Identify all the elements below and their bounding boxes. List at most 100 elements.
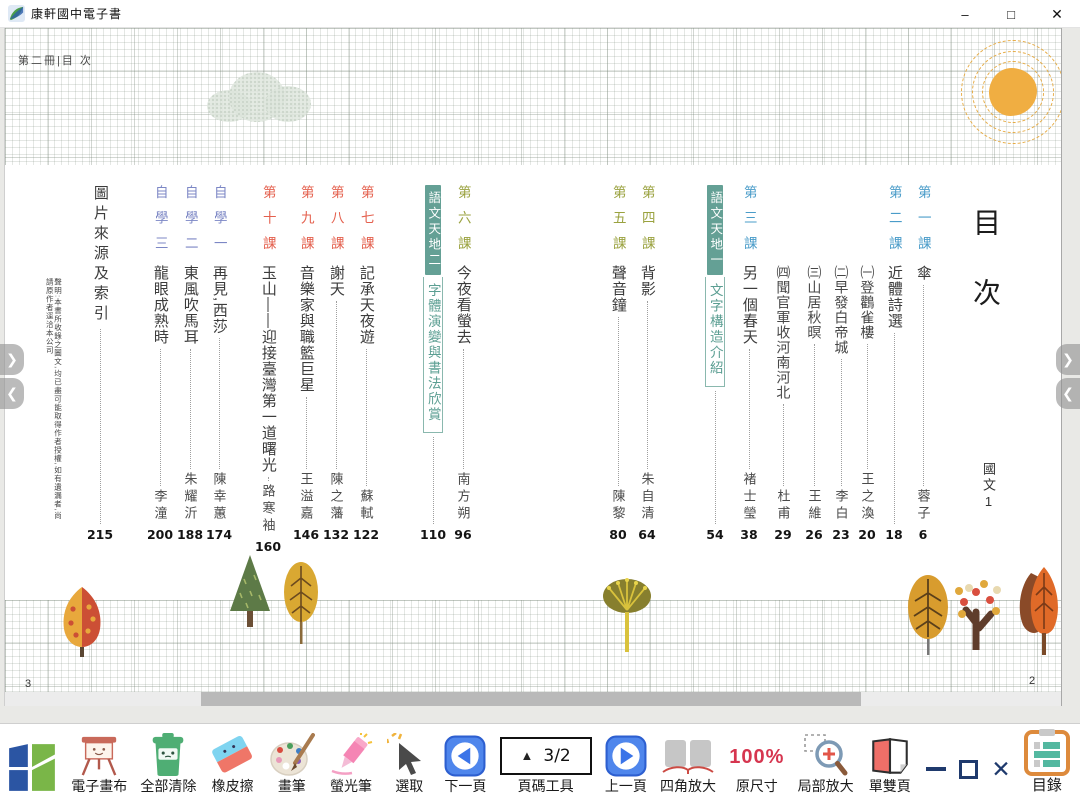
sun-illustration: [961, 40, 1062, 144]
chevron-left-icon[interactable]: ❮: [1056, 378, 1080, 409]
original-size-tool[interactable]: 100% 原尺寸: [729, 739, 784, 794]
toc-entry-lesson-3[interactable]: 第三課 另一個春天 褚士瑩 38: [736, 185, 762, 543]
canvas-tool[interactable]: 電子畫布: [71, 735, 127, 794]
breadcrumb-section: 目 次: [62, 55, 93, 67]
page-indicator-value: 3/2: [543, 746, 570, 766]
toc-entry-title: 近體詩選: [886, 265, 902, 329]
chevron-right-icon[interactable]: ❯: [1056, 344, 1080, 375]
tool-label: 單雙頁: [869, 778, 911, 794]
toc-entry-author: 杜甫: [777, 489, 790, 523]
toc-entry-self-study-1[interactable]: 自學一 再見,西莎 陳幸蕙 174: [206, 185, 232, 543]
highlighter-tool[interactable]: 螢光筆: [328, 733, 374, 794]
toc-subentry-poem-1[interactable]: ㈠登鸛雀樓 王之渙 20: [854, 185, 880, 543]
toc-entry-language-world-1[interactable]: 語文天地一 文字構造介紹 54: [700, 185, 730, 543]
toc-subentry-poem-4[interactable]: ㈣聞官軍收河南河北 杜甫 29: [767, 185, 799, 543]
toc-entry-title: 東風吹馬耳: [182, 265, 198, 345]
dotted-leader: [336, 301, 337, 469]
zoom-percentage: 100%: [729, 739, 784, 777]
toc-entry-page: 18: [885, 527, 902, 543]
chevron-right-icon[interactable]: ❯: [0, 344, 24, 375]
page-up-triangle-icon[interactable]: ▲: [521, 748, 534, 763]
close-icon: ✕: [991, 758, 1010, 781]
toc-entry-title: 傘: [915, 265, 931, 281]
toolbar-close-button[interactable]: ✕: [991, 744, 1010, 794]
table-of-contents-button[interactable]: 目錄: [1024, 730, 1070, 794]
toc-subentry-poem-2[interactable]: ㈡早發白帝城 李白 23: [828, 185, 854, 543]
toc-entry-title: 音樂家與職籃巨星: [298, 265, 314, 393]
partial-zoom-tool[interactable]: 局部放大: [798, 733, 854, 794]
select-tool[interactable]: 選取: [387, 733, 431, 794]
tool-label: 頁碼工具: [518, 778, 574, 794]
tree-illustration: [226, 553, 274, 637]
toc-entry-label: 第五課: [611, 185, 625, 265]
toc-entry-self-study-3[interactable]: 自學三 龍眼成熟時 李潼 200: [147, 185, 173, 543]
toc-entry-title: ㈣聞官軍收河南河北: [776, 265, 791, 400]
horizontal-scrollbar-thumb[interactable]: [201, 692, 861, 706]
toc-entry-author: 陳黎: [612, 489, 625, 523]
breadcrumb: 第二冊|目 次: [18, 52, 93, 68]
dotted-leader: [814, 344, 815, 486]
brand-logo: [6, 742, 58, 794]
toc-subentry-poem-3[interactable]: ㈢山居秋暝 王維 26: [801, 185, 827, 543]
toc-entry-title: 謝天: [328, 265, 344, 297]
toc-entry-title: 聲音鐘: [610, 265, 626, 313]
corner-zoom-tool[interactable]: 四角放大: [660, 735, 716, 794]
toc-entry-label: 自學二: [183, 185, 197, 265]
palette-brush-icon: [269, 733, 315, 777]
dotted-leader: [160, 349, 161, 486]
single-double-page-tool[interactable]: 單雙頁: [867, 735, 913, 794]
window-close-icon[interactable]: ✕: [1034, 0, 1080, 28]
tool-label: 上一頁: [605, 778, 647, 794]
cursor-icon: [387, 733, 431, 777]
printed-page-number-right: 2: [1029, 675, 1035, 687]
toc-entry-page: 80: [609, 527, 626, 543]
toc-entry-self-study-2[interactable]: 自學二 東風吹馬耳 朱耀沂 188: [177, 185, 203, 543]
next-page-button[interactable]: 下一頁: [444, 735, 486, 794]
dotted-leader: [219, 338, 220, 469]
tree-illustration: [601, 572, 653, 652]
dotted-leader: [306, 397, 307, 469]
toc-entry-page: 23: [832, 527, 849, 543]
toc-entry-page: 146: [293, 527, 319, 543]
toc-entry-lesson-2[interactable]: 第二課 近體詩選 18: [881, 185, 907, 543]
window-maximize-icon[interactable]: □: [988, 0, 1034, 28]
left-edge-navigation: ❯ ❮: [0, 344, 24, 409]
toolbar-restore-button[interactable]: [959, 744, 978, 794]
toc-entry-lesson-10[interactable]: 第十課 玉山——迎接臺灣第一道曙光 路寒袖 160: [251, 185, 285, 543]
easel-icon: [76, 735, 122, 777]
toc-entry-lesson-6[interactable]: 第六課 今夜看螢去 南方朔 96: [450, 185, 476, 543]
toc-entry-title: 另一個春天: [741, 265, 757, 345]
toc-entry-lesson-4[interactable]: 第四課 背影 朱自清 64: [634, 185, 660, 543]
toc-entry-label: 語文天地二: [425, 185, 442, 275]
toolbar-minimize-button[interactable]: [926, 744, 946, 794]
eraser-icon: [210, 735, 256, 777]
page-indicator-box[interactable]: ▲ 3/2: [500, 737, 592, 775]
toc-entry-lesson-9[interactable]: 第九課 音樂家與職籃巨星 王溢嘉 146: [293, 185, 319, 543]
window-minimize-icon[interactable]: –: [942, 0, 988, 28]
toc-entry-label: 第九課: [299, 185, 313, 265]
chevron-left-icon[interactable]: ❮: [0, 378, 24, 409]
cloud-illustration: [207, 72, 311, 122]
toc-entry-author: 朱耀沂: [184, 472, 197, 523]
dotted-leader: [647, 301, 648, 469]
copyright-disclaimer: 聲明:本書所收錄之圖文,均已盡可能取得作者授權,如有遺漏者,尚請原作者逕洽本公司: [45, 278, 62, 528]
toc-entry-page: 20: [858, 527, 875, 543]
eraser-tool[interactable]: 橡皮擦: [210, 735, 256, 794]
toc-entry-label: 自學三: [153, 185, 167, 265]
toc-entry-lesson-8[interactable]: 第八課 謝天 陳之藩 132: [323, 185, 349, 543]
dotted-leader: [923, 285, 924, 486]
window-title: 康軒國中電子書: [31, 5, 122, 22]
toc-entry-page: 26: [805, 527, 822, 543]
toc-entry-language-world-2[interactable]: 語文天地二 字體演變與書法欣賞 110: [418, 185, 448, 543]
toc-entry-title: ㈢山居秋暝: [807, 265, 822, 340]
clear-all-tool[interactable]: 全部清除: [140, 733, 196, 794]
toc-entry-lesson-1[interactable]: 第一課 傘 蓉子 6: [910, 185, 936, 543]
prev-page-button[interactable]: 上一頁: [605, 735, 647, 794]
toc-entry-lesson-7[interactable]: 第七課 記承天夜遊 蘇軾 122: [353, 185, 379, 543]
toc-entry-page: 132: [323, 527, 349, 543]
toc-entry-author: 王之渙: [861, 472, 874, 523]
brush-tool[interactable]: 畫筆: [269, 733, 315, 794]
toc-entry-index[interactable]: 圖片來源及索引 215: [87, 185, 113, 543]
page-number-tool[interactable]: ▲ 3/2 頁碼工具: [500, 737, 592, 794]
toc-entry-lesson-5[interactable]: 第五課 聲音鐘 陳黎 80: [605, 185, 631, 543]
